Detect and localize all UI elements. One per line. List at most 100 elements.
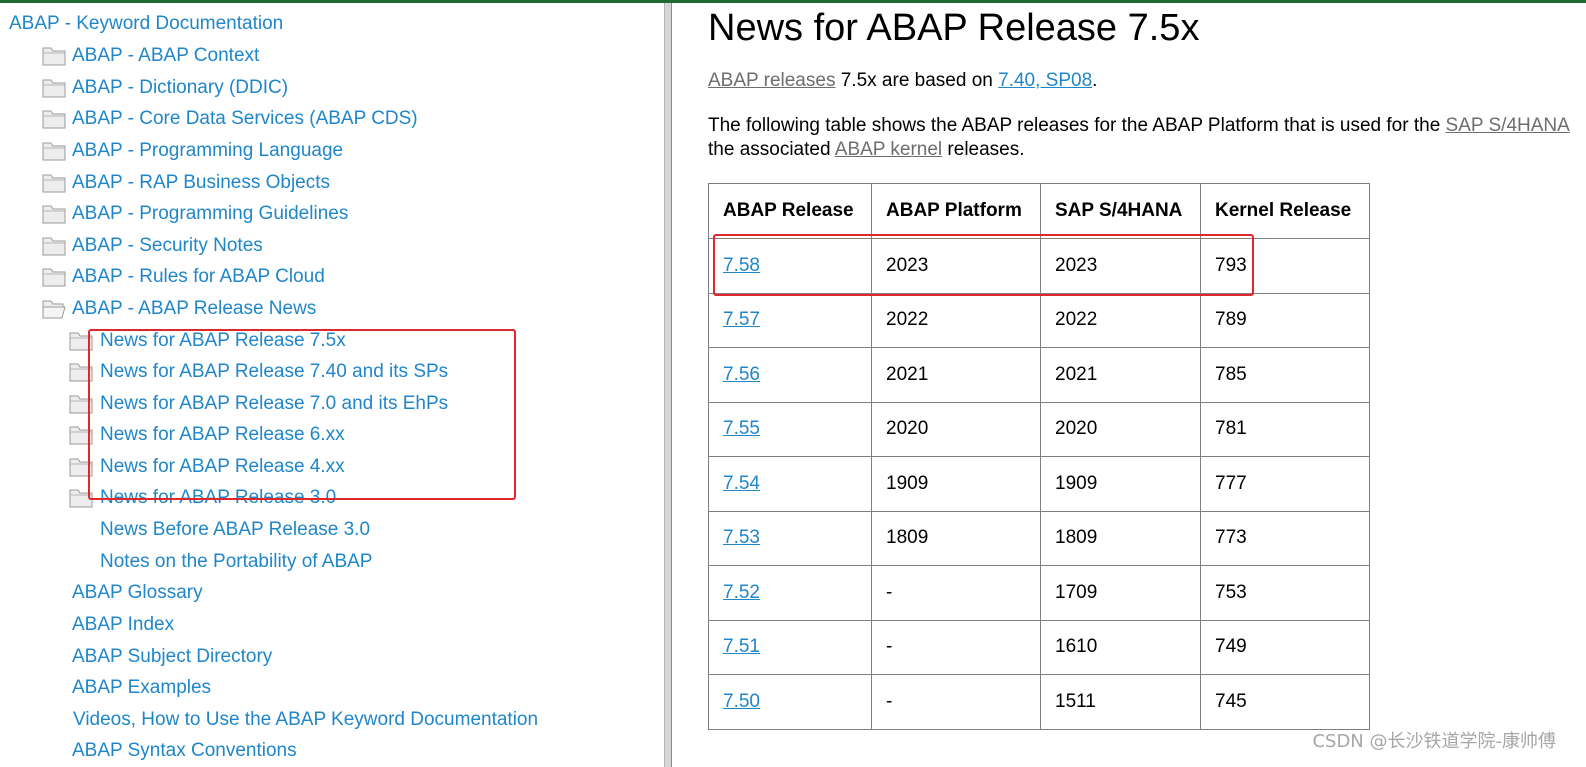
table-header-row: ABAP Release ABAP Platform SAP S/4HANA K…	[708, 183, 1370, 239]
release-7-40-sp08-link[interactable]: 7.40, SP08	[998, 70, 1092, 91]
column-header-kernel-release: Kernel Release	[1200, 183, 1370, 239]
release-cell: 7.56	[708, 347, 872, 403]
s4hana-cell: 2022	[1040, 292, 1201, 348]
tree-item-core-data-services[interactable]: ABAP - Core Data Services (ABAP CDS)	[42, 105, 462, 133]
tree-item-glossary[interactable]: ABAP Glossary	[72, 579, 472, 607]
platform-cell: -	[871, 619, 1041, 675]
table-row: 7.54 1909 1909 777	[708, 456, 1370, 512]
tree-item-programming-language[interactable]: ABAP - Programming Language	[42, 137, 442, 165]
tree-item-news-before-3-0[interactable]: News Before ABAP Release 3.0	[100, 516, 520, 544]
tree-item-news-7-40[interactable]: News for ABAP Release 7.40 and its SPs	[69, 358, 489, 386]
abap-kernel-link[interactable]: ABAP kernel	[835, 139, 942, 160]
release-link[interactable]: 7.53	[723, 527, 760, 548]
description-text-end: releases.	[942, 139, 1025, 160]
release-cell: 7.54	[708, 456, 872, 512]
tree-item-subject-directory[interactable]: ABAP Subject Directory	[72, 643, 472, 671]
s4hana-cell: 1709	[1040, 565, 1201, 621]
release-link[interactable]: 7.56	[723, 364, 760, 385]
table-row: 7.56 2021 2021 785	[708, 347, 1370, 403]
tree-item-index[interactable]: ABAP Index	[72, 611, 472, 639]
tree-item-videos[interactable]: Videos, How to Use the ABAP Keyword Docu…	[73, 706, 573, 734]
s4hana-cell: 2023	[1040, 238, 1201, 294]
s4hana-cell: 1610	[1040, 619, 1201, 675]
table-row: 7.51 - 1610 749	[708, 619, 1370, 675]
tree-item-security-notes[interactable]: ABAP - Security Notes	[42, 232, 442, 260]
tree-item-news-4-xx[interactable]: News for ABAP Release 4.xx	[69, 453, 489, 481]
pane-splitter[interactable]	[664, 3, 672, 767]
table-row: 7.58 2023 2023 793	[708, 238, 1370, 294]
tree-item-release-news[interactable]: ABAP - ABAP Release News	[42, 295, 442, 323]
s4hana-cell: 2021	[1040, 347, 1201, 403]
kernel-cell: 777	[1200, 456, 1370, 512]
release-link[interactable]: 7.55	[723, 418, 760, 439]
folder-icon	[69, 489, 93, 508]
release-link[interactable]: 7.52	[723, 582, 760, 603]
tree-item-syntax-conventions[interactable]: ABAP Syntax Conventions	[72, 737, 472, 765]
column-header-abap-release: ABAP Release	[708, 183, 872, 239]
tree-item-abap-context[interactable]: ABAP - ABAP Context	[42, 42, 442, 70]
tree-item-label: ABAP - Core Data Services (ABAP CDS)	[72, 108, 418, 129]
folder-icon	[42, 47, 66, 66]
kernel-cell: 785	[1200, 347, 1370, 403]
tree-item-label: ABAP - Programming Guidelines	[72, 203, 349, 224]
tree-item-label: News for ABAP Release 4.xx	[100, 456, 345, 477]
tree-item-portability-notes[interactable]: Notes on the Portability of ABAP	[100, 548, 520, 576]
folder-icon	[69, 332, 93, 351]
abap-releases-link[interactable]: ABAP releases	[708, 70, 835, 91]
kernel-cell: 789	[1200, 292, 1370, 348]
intro-text-end: .	[1092, 70, 1098, 91]
intro-paragraph: ABAP releases 7.5x are based on 7.40, SP…	[708, 69, 1097, 93]
folder-icon	[42, 110, 66, 129]
tree-item-label: News for ABAP Release 7.40 and its SPs	[100, 361, 449, 382]
intro-text: 7.5x are based on	[835, 70, 999, 91]
platform-cell: 2023	[871, 238, 1041, 294]
release-link[interactable]: 7.50	[723, 691, 760, 712]
tree-item-programming-guidelines[interactable]: ABAP - Programming Guidelines	[42, 200, 442, 228]
table-row: 7.55 2020 2020 781	[708, 401, 1370, 457]
kernel-cell: 781	[1200, 401, 1370, 457]
tree-item-rules-abap-cloud[interactable]: ABAP - Rules for ABAP Cloud	[42, 263, 442, 291]
tree-item-news-6-xx[interactable]: News for ABAP Release 6.xx	[69, 421, 489, 449]
tree-item-dictionary[interactable]: ABAP - Dictionary (DDIC)	[42, 74, 442, 102]
release-link[interactable]: 7.58	[723, 255, 760, 276]
tree-item-label: ABAP Examples	[72, 677, 212, 698]
table-row: 7.50 - 1511 745	[708, 674, 1370, 730]
tree-item-rap-business-objects[interactable]: ABAP - RAP Business Objects	[42, 169, 442, 197]
s4hana-cell: 1909	[1040, 456, 1201, 512]
tree-item-news-7-5x[interactable]: News for ABAP Release 7.5x	[69, 327, 489, 355]
tree-item-label: ABAP - Security Notes	[72, 235, 263, 256]
folder-open-icon	[42, 300, 66, 319]
release-cell: 7.51	[708, 619, 872, 675]
tree-item-examples[interactable]: ABAP Examples	[72, 674, 472, 702]
navigation-tree: ABAP - Keyword Documentation ABAP - ABAP…	[0, 3, 664, 767]
release-link[interactable]: 7.51	[723, 636, 760, 657]
release-table: ABAP Release ABAP Platform SAP S/4HANA K…	[708, 183, 1370, 730]
folder-icon	[69, 395, 93, 414]
s4hana-cell: 2020	[1040, 401, 1201, 457]
kernel-cell: 749	[1200, 619, 1370, 675]
release-link[interactable]: 7.54	[723, 473, 760, 494]
tree-item-news-7-0[interactable]: News for ABAP Release 7.0 and its EhPs	[69, 390, 489, 418]
folder-icon	[69, 426, 93, 445]
release-cell: 7.52	[708, 565, 872, 621]
kernel-cell: 753	[1200, 565, 1370, 621]
watermark-text: CSDN @长沙铁道学院-康帅傅	[1312, 731, 1556, 752]
folder-icon	[69, 363, 93, 382]
folder-icon	[42, 268, 66, 287]
s4hana-cell: 1809	[1040, 510, 1201, 566]
table-description-line-1: The following table shows the ABAP relea…	[708, 114, 1570, 138]
table-row: 7.53 1809 1809 773	[708, 510, 1370, 566]
tree-item-label: ABAP - RAP Business Objects	[72, 172, 331, 193]
column-header-sap-s4hana: SAP S/4HANA	[1040, 183, 1201, 239]
release-link[interactable]: 7.57	[723, 309, 760, 330]
content-pane: News for ABAP Release 7.5x ABAP releases…	[672, 3, 1586, 767]
tree-item-label: ABAP - Dictionary (DDIC)	[72, 77, 289, 98]
folder-icon	[42, 237, 66, 256]
tree-item-label: Videos, How to Use the ABAP Keyword Docu…	[73, 709, 539, 730]
sap-s4hana-link[interactable]: SAP S/4HANA	[1446, 115, 1570, 136]
page-title: News for ABAP Release 7.5x	[708, 7, 1200, 49]
table-row: 7.57 2022 2022 789	[708, 292, 1370, 348]
tree-item-news-3-0[interactable]: News for ABAP Release 3.0	[69, 484, 489, 512]
release-cell: 7.57	[708, 292, 872, 348]
platform-cell: 1809	[871, 510, 1041, 566]
